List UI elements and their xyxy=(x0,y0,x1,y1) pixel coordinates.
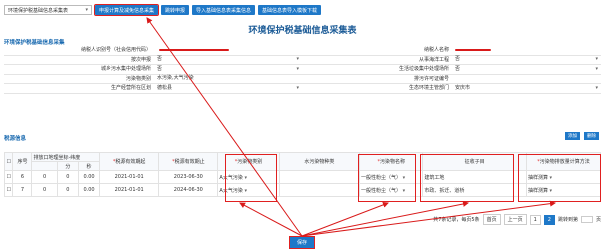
pager-page-1[interactable]: 1 xyxy=(529,214,541,225)
col-index: 序号 xyxy=(12,152,33,171)
form-section-title: 环境保护税基础信息采集 xyxy=(4,40,65,46)
toolbar: 环境保护税基础信息采集表 ▾ 申报计算及减免信息采集 跳转申报 导入基础信息表采… xyxy=(4,4,601,16)
col-coord: 排放口地理坐标-纬度 xyxy=(31,152,101,162)
garbage-site-select[interactable]: 否 ▾ xyxy=(452,65,601,74)
chevron-down-icon: ▾ xyxy=(595,65,598,72)
region-select[interactable]: 德松县 ▾ xyxy=(154,84,302,93)
highlight-category xyxy=(225,154,277,202)
save-button[interactable]: 保存 xyxy=(289,236,315,249)
sewage-site-select[interactable]: 否 ▾ xyxy=(154,65,302,74)
highlight-name xyxy=(358,154,416,202)
pager-first[interactable]: 首页 xyxy=(482,214,501,225)
per-time-select[interactable]: 否 ▾ xyxy=(154,56,302,65)
field-label: 排污许可证编号 xyxy=(413,75,449,82)
jump-declare-button[interactable]: 跳转申报 xyxy=(161,5,190,15)
col-sec: 秒 xyxy=(77,161,101,171)
basic-info-form: 纳税人识别号（社会信用代码） 纳税人名称 按次申报 否 ▾ 从事海洋工程 否 ▾ 城… xyxy=(4,46,601,94)
select-all-checkbox[interactable]: ☐ xyxy=(3,152,14,171)
add-button[interactable]: 添加 xyxy=(565,132,580,140)
tax-source-section-title: 税源信息 xyxy=(4,136,27,142)
col-end: *税源有效期止 xyxy=(158,152,219,171)
form-row: 按次申报 否 ▾ 从事海洋工程 否 ▾ xyxy=(4,56,601,65)
col-min: 分 xyxy=(56,161,79,171)
field-label: 城乡污水集中处理场所 xyxy=(100,66,151,72)
pager-prev[interactable]: 上一页 xyxy=(503,214,527,225)
page-title: 环境保护税基础信息采集表 xyxy=(248,26,357,36)
chevron-down-icon: ▾ xyxy=(296,84,299,91)
arrow-to-category xyxy=(239,202,303,237)
field-label: 从事海洋工程 xyxy=(418,56,449,63)
row-checkbox[interactable]: ☐ xyxy=(3,183,14,197)
delete-button[interactable]: 删除 xyxy=(584,132,599,140)
chevron-down-icon: ▾ xyxy=(296,56,299,63)
field-label: 按次申报 xyxy=(130,56,151,63)
field-label: 纳税人识别号（社会信用代码） xyxy=(80,47,151,53)
pager-jump-label: 跳转到第 xyxy=(557,217,578,223)
authority-select[interactable]: 安庆市 ▾ xyxy=(452,84,601,93)
form-row: 纳税人识别号（社会信用代码） 纳税人名称 xyxy=(4,46,601,56)
pager-jump-input[interactable] xyxy=(580,216,593,223)
import-info-button[interactable]: 导入基础信息表采集信息 xyxy=(192,5,256,15)
pager-page-2[interactable]: 2 xyxy=(543,214,555,225)
pagination: 共7条记录，每页5条 首页 上一页 1 2 跳转到第 页 xyxy=(433,214,601,225)
marine-project-select[interactable]: 否 ▾ xyxy=(452,56,601,65)
pager-total: 共7条记录，每页5条 xyxy=(433,217,480,223)
col-water: 水污染物种类 xyxy=(278,152,361,171)
field-label: 生态环境主管部门 xyxy=(408,85,449,91)
form-row: 污染物类别 水污染,大气污染 排污许可证编号 xyxy=(4,75,601,84)
chevron-down-icon: ▾ xyxy=(595,84,598,91)
pager-page-label: 页 xyxy=(595,217,601,223)
table-type-select-label: 环境保护税基础信息采集表 xyxy=(8,7,69,14)
field-label: 纳税人名称 xyxy=(423,47,449,53)
taxpayer-id-field[interactable] xyxy=(154,46,302,55)
field-label: 生产经营所在区划 xyxy=(110,85,151,91)
table-type-select[interactable]: 环境保护税基础信息采集表 ▾ xyxy=(4,5,92,15)
field-label: 生活垃圾集中处理场所 xyxy=(398,66,449,72)
col-start: *税源有效期起 xyxy=(99,152,160,171)
declaration-calc-button[interactable]: 申报计算及减免信息采集 xyxy=(93,4,160,16)
col-degree xyxy=(31,161,58,171)
pollutant-category-field[interactable]: 水污染,大气污染 xyxy=(154,75,302,84)
row-checkbox[interactable]: ☐ xyxy=(3,170,14,184)
template-download-button[interactable]: 基础信息表导入模板下载 xyxy=(258,5,322,15)
chevron-down-icon: ▾ xyxy=(595,56,598,63)
form-row: 生产经营所在区划 德松县 ▾ 生态环境主管部门 安庆市 ▾ xyxy=(4,84,601,94)
permit-number-field[interactable] xyxy=(452,75,601,84)
arrow-to-name xyxy=(301,201,389,237)
highlight-calc xyxy=(518,154,601,202)
field-label: 污染物类别 xyxy=(125,75,151,82)
chevron-down-icon: ▾ xyxy=(85,7,88,13)
highlight-levy xyxy=(420,154,514,202)
chevron-down-icon: ▾ xyxy=(296,65,299,72)
taxpayer-name-field[interactable] xyxy=(452,46,601,55)
form-row: 城乡污水集中处理场所 否 ▾ 生活垃圾集中处理场所 否 ▾ xyxy=(4,65,601,75)
